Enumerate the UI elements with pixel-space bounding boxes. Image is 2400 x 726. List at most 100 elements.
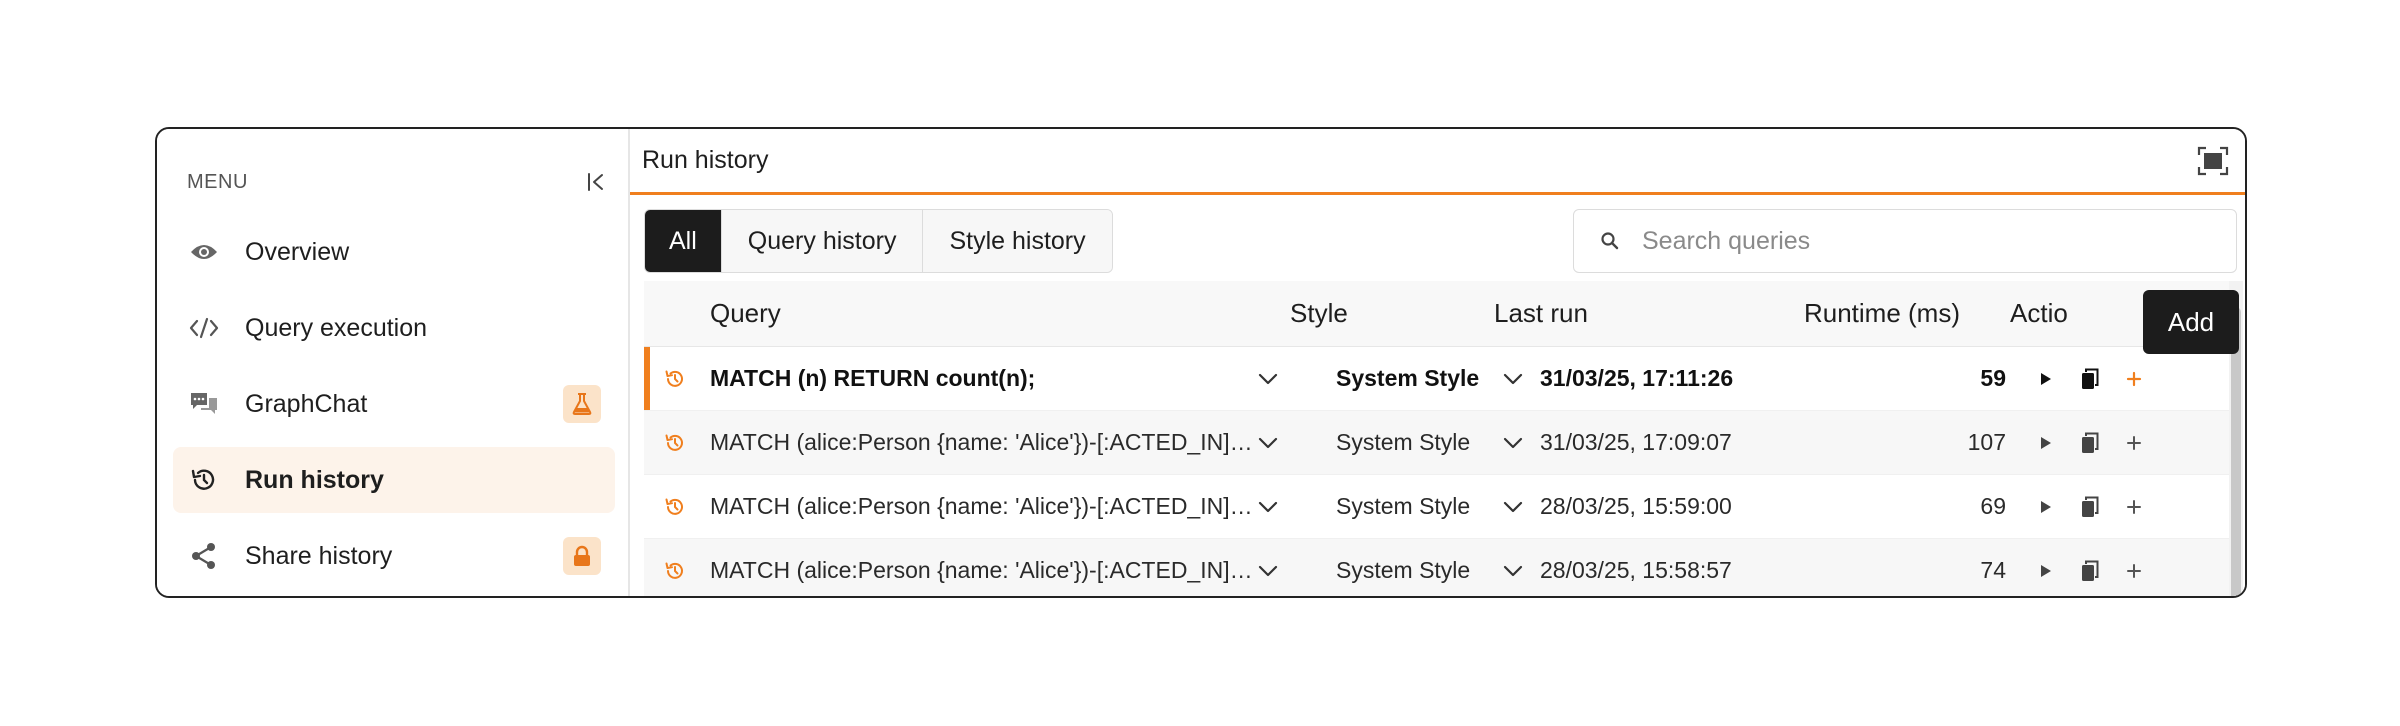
- expand-query-button[interactable]: [1256, 431, 1280, 455]
- search-input[interactable]: [1642, 226, 2202, 256]
- column-header-query[interactable]: Query: [644, 298, 1290, 329]
- play-icon: [2041, 372, 2051, 385]
- plus-icon: [2126, 371, 2142, 386]
- sidebar-nav: Overview Query execution GraphChat Run h…: [173, 219, 615, 596]
- history-icon: [187, 463, 221, 497]
- chevron-down-icon: [1503, 373, 1523, 384]
- run-button[interactable]: [2034, 495, 2058, 519]
- table-row[interactable]: MATCH (alice:Person {name: 'Alice'})-[:A…: [644, 475, 2229, 539]
- copy-button[interactable]: [2078, 495, 2102, 519]
- page-title: Run history: [642, 146, 769, 174]
- chevron-down-icon: [1258, 373, 1278, 384]
- style-cell: System Style: [1336, 493, 1471, 519]
- sidebar-item-run-history[interactable]: Run history: [173, 447, 615, 513]
- play-icon: [2041, 436, 2051, 449]
- runtime-cell: 59: [1980, 365, 2006, 391]
- menu-title: MENU: [187, 170, 248, 193]
- add-button[interactable]: [2122, 367, 2146, 391]
- tab-style-history[interactable]: Style history: [923, 210, 1112, 272]
- style-cell: System Style: [1336, 429, 1471, 455]
- add-button[interactable]: [2122, 559, 2146, 583]
- add-button[interactable]: [2122, 431, 2146, 455]
- column-header-actions: Actio: [2010, 298, 2068, 328]
- run-button[interactable]: [2034, 559, 2058, 583]
- panel-header: Run history: [630, 129, 2245, 195]
- runtime-cell: 107: [1967, 429, 2006, 455]
- sidebar-item-overview[interactable]: Overview: [173, 219, 615, 285]
- sidebar-item-query-execution[interactable]: Query execution: [173, 295, 615, 361]
- collapse-left-icon: [588, 173, 603, 191]
- last-run-cell: 28/03/25, 15:58:57: [1540, 557, 1732, 583]
- history-icon: [644, 432, 706, 454]
- sidebar-item-label: Run history: [245, 465, 384, 494]
- last-run-cell: 31/03/25, 17:11:26: [1540, 365, 1734, 391]
- history-icon: [644, 496, 706, 518]
- menu-header: MENU: [187, 165, 613, 199]
- style-dropdown-button[interactable]: [1501, 559, 1525, 583]
- sidebar: MENU Overview Query execution GraphChat …: [157, 129, 630, 596]
- chevron-down-icon: [1503, 437, 1523, 448]
- sidebar-item-label: Overview: [245, 237, 350, 266]
- expand-query-button[interactable]: [1256, 559, 1280, 583]
- play-icon: [2041, 500, 2051, 513]
- query-cell: MATCH (n) RETURN count(n);: [710, 365, 1036, 391]
- history-icon: [644, 368, 706, 390]
- sidebar-item-label: GraphChat: [245, 389, 368, 418]
- copy-icon: [2082, 560, 2099, 581]
- play-icon: [2041, 564, 2051, 577]
- column-header-last-run[interactable]: Last run: [1494, 298, 1774, 329]
- history-icon: [644, 560, 706, 582]
- style-dropdown-button[interactable]: [1501, 431, 1525, 455]
- run-button[interactable]: [2034, 431, 2058, 455]
- fullscreen-icon: [2197, 146, 2229, 175]
- expand-query-button[interactable]: [1256, 495, 1280, 519]
- add-tooltip: Add: [2143, 290, 2239, 354]
- query-cell: MATCH (alice:Person {name: 'Alice'})-[:A…: [710, 557, 1256, 583]
- row-actions: [2006, 495, 2166, 519]
- code-icon: [187, 311, 221, 345]
- tab-all[interactable]: All: [645, 210, 722, 272]
- tab-query-history[interactable]: Query history: [721, 210, 924, 272]
- share-icon: [187, 539, 221, 573]
- chevron-down-icon: [1258, 437, 1278, 448]
- run-history-panel: Run history All Query history Style hist…: [630, 129, 2245, 596]
- query-cell: MATCH (alice:Person {name: 'Alice'})-[:A…: [710, 493, 1256, 519]
- table-row[interactable]: MATCH (n) RETURN count(n); System Style …: [644, 347, 2229, 411]
- run-button[interactable]: [2034, 367, 2058, 391]
- add-button[interactable]: [2122, 495, 2146, 519]
- chevron-down-icon: [1503, 565, 1523, 576]
- lock-icon: [563, 537, 601, 575]
- sidebar-item-share-history[interactable]: Share history: [173, 523, 615, 589]
- table-header: Query Style Last run Runtime (ms) Actio: [644, 281, 2229, 347]
- toolbar: All Query history Style history: [644, 209, 2237, 273]
- column-header-runtime[interactable]: Runtime (ms): [1774, 298, 1960, 329]
- history-table: Query Style Last run Runtime (ms) Actio …: [644, 281, 2229, 596]
- search-box: [1573, 209, 2237, 273]
- expand-query-button[interactable]: [1256, 367, 1280, 391]
- column-header-style[interactable]: Style: [1290, 298, 1494, 329]
- table-row[interactable]: MATCH (alice:Person {name: 'Alice'})-[:A…: [644, 539, 2229, 596]
- flask-icon: [563, 385, 601, 423]
- copy-button[interactable]: [2078, 367, 2102, 391]
- row-actions: [2006, 431, 2166, 455]
- style-cell: System Style: [1336, 365, 1480, 391]
- fullscreen-button[interactable]: [2193, 141, 2233, 181]
- copy-button[interactable]: [2078, 559, 2102, 583]
- chevron-down-icon: [1258, 565, 1278, 576]
- sidebar-item-graphchat[interactable]: GraphChat: [173, 371, 615, 437]
- plus-icon: [2127, 435, 2141, 450]
- style-cell: System Style: [1336, 557, 1471, 583]
- plus-icon: [2127, 499, 2141, 514]
- search-icon: [1601, 232, 1619, 250]
- runtime-cell: 69: [1980, 493, 2006, 519]
- chat-icon: [187, 387, 221, 421]
- query-cell: MATCH (alice:Person {name: 'Alice'})-[:A…: [710, 429, 1256, 455]
- style-dropdown-button[interactable]: [1501, 495, 1525, 519]
- app-window: MENU Overview Query execution GraphChat …: [155, 127, 2247, 598]
- copy-icon: [2082, 432, 2099, 453]
- table-row[interactable]: MATCH (alice:Person {name: 'Alice'})-[:A…: [644, 411, 2229, 475]
- style-dropdown-button[interactable]: [1501, 367, 1525, 391]
- last-run-cell: 31/03/25, 17:09:07: [1540, 429, 1732, 455]
- collapse-sidebar-button[interactable]: [579, 165, 613, 199]
- copy-button[interactable]: [2078, 431, 2102, 455]
